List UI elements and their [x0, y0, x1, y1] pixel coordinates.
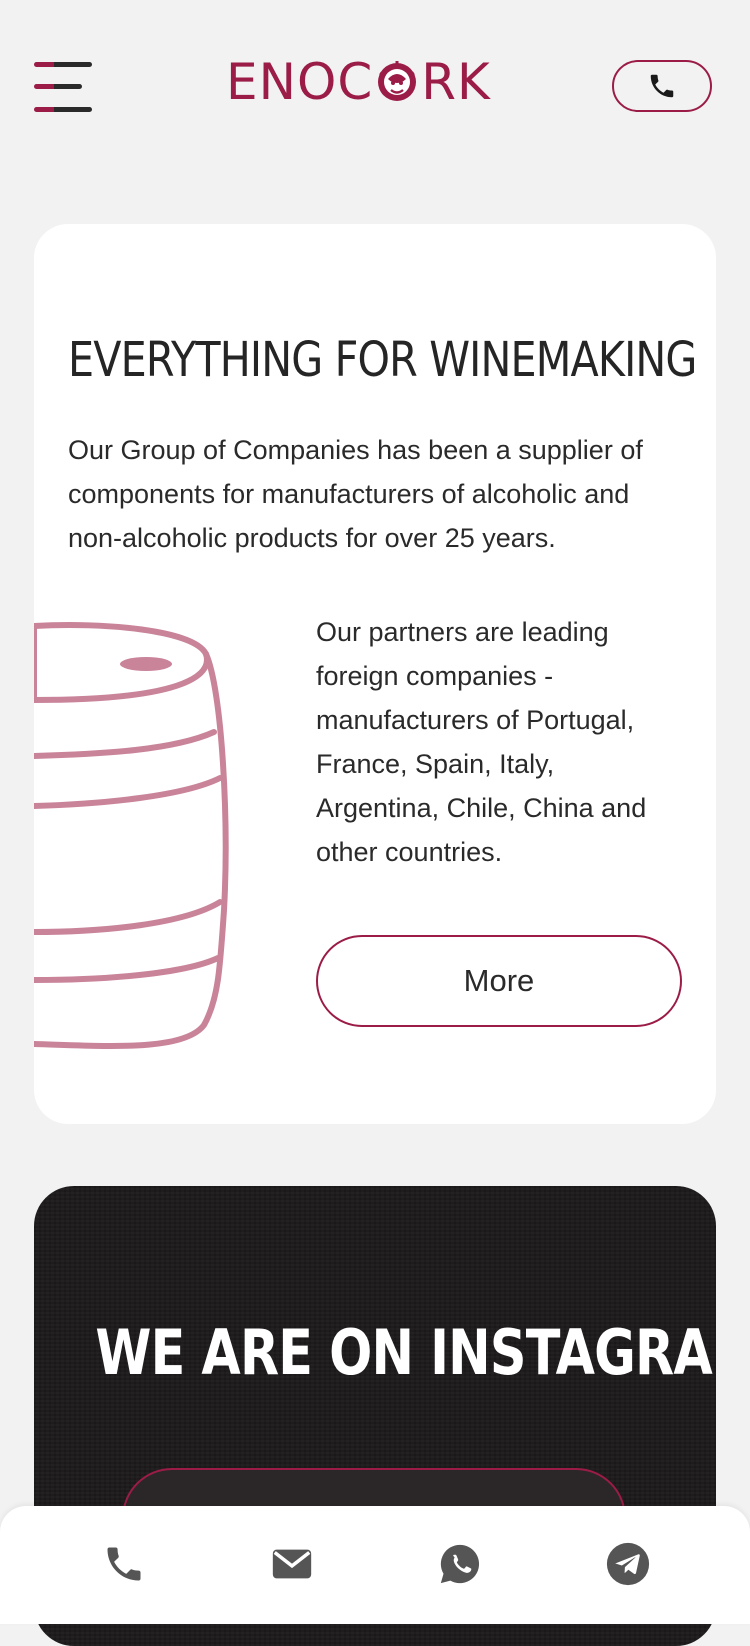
hamburger-icon-bar [34, 84, 82, 89]
menu-button[interactable] [34, 62, 92, 114]
instagram-title: WE ARE ON INSTAGRAM [95, 1316, 716, 1389]
hamburger-icon [34, 62, 92, 67]
mail-icon [272, 1549, 312, 1579]
hamburger-icon-bar [34, 107, 92, 112]
card-title: EVERYTHING FOR WINEMAKING [68, 332, 697, 388]
card-intro-text: Our Group of Companies has been a suppli… [68, 435, 643, 553]
call-button[interactable] [612, 60, 712, 112]
phone-icon [650, 74, 674, 98]
telegram-icon [606, 1542, 650, 1586]
logo-text-right: RK [421, 53, 491, 111]
barrel-icon [34, 622, 229, 1049]
bottom-contact-bar [0, 1506, 750, 1624]
more-button[interactable]: More [316, 935, 682, 1027]
bottom-mail-button[interactable] [264, 1536, 320, 1592]
cork-mascot-icon [378, 61, 417, 101]
intro-card: EVERYTHING FOR WINEMAKING Our Group of C… [34, 224, 716, 1124]
whatsapp-icon [440, 1544, 480, 1584]
bottom-telegram-button[interactable] [600, 1536, 656, 1592]
bottom-whatsapp-button[interactable] [432, 1536, 488, 1592]
card-partners-text: Our partners are leading foreign compani… [316, 617, 647, 867]
header: ENOC RK [0, 0, 750, 180]
bottom-phone-button[interactable] [96, 1536, 152, 1592]
logo[interactable]: ENOC RK [226, 52, 491, 112]
logo-text-left: ENOC [226, 53, 374, 111]
phone-icon [107, 1547, 141, 1581]
